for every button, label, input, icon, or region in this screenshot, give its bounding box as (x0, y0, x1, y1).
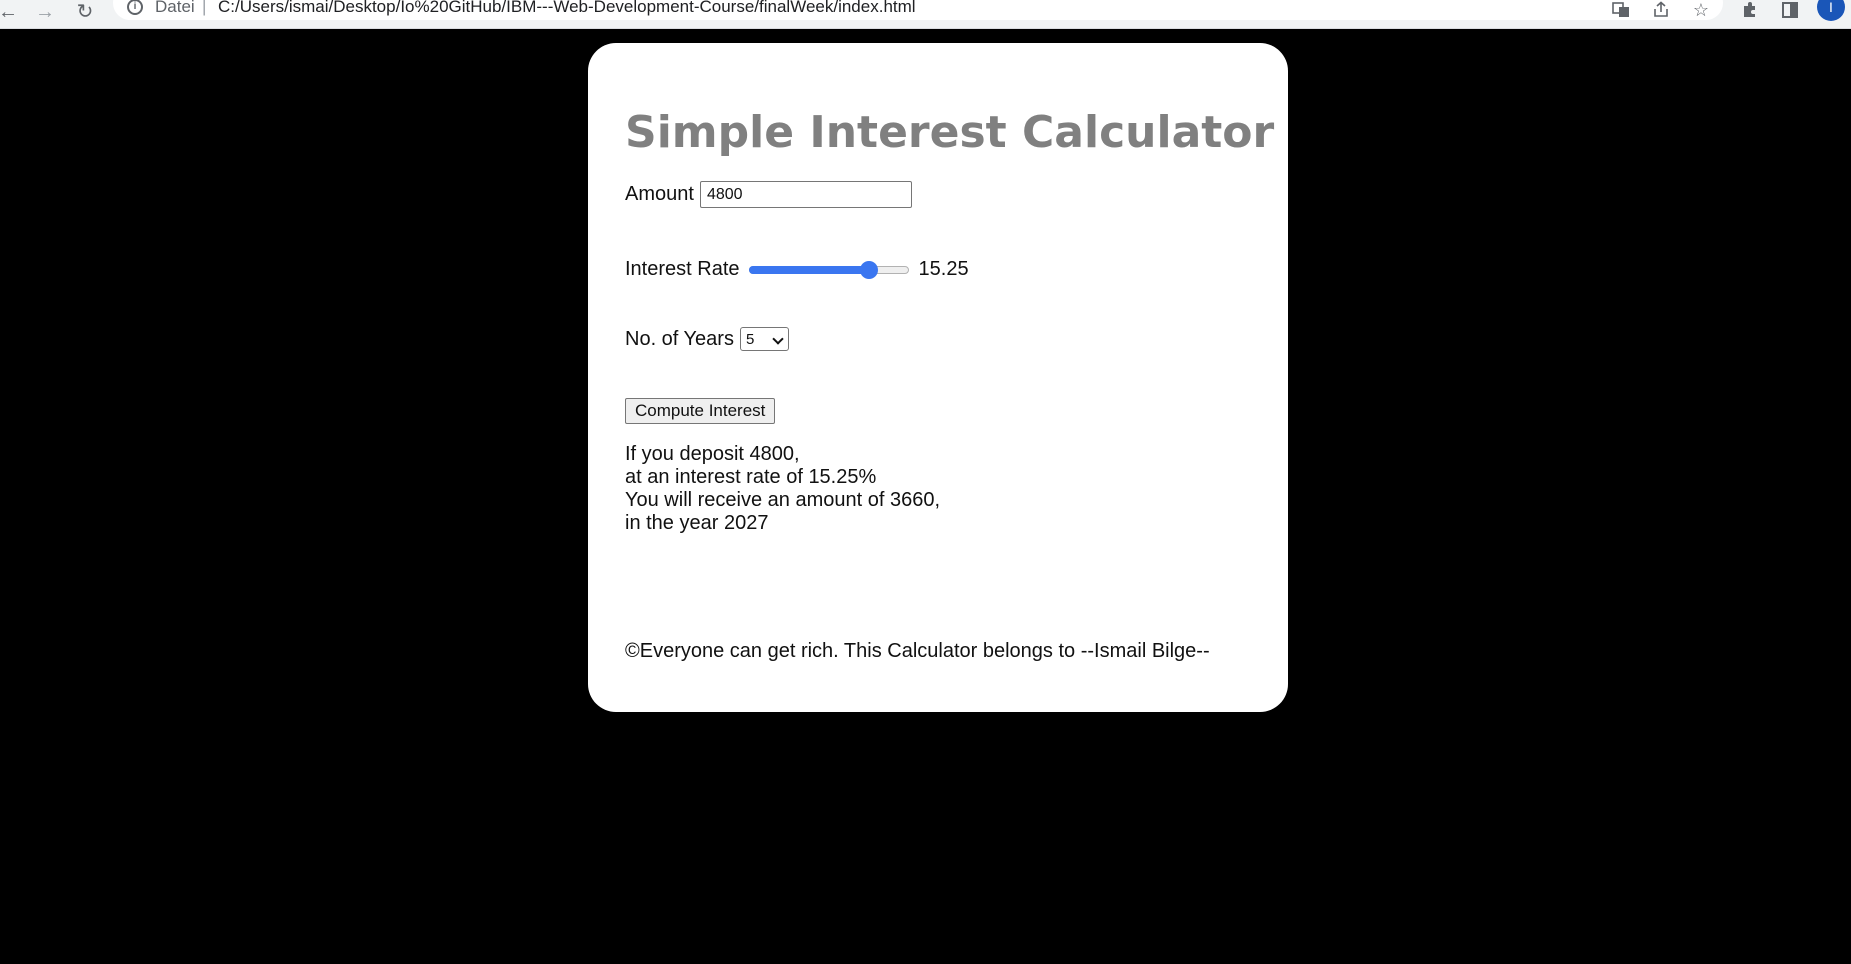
result-line-amount: You will receive an amount of 3660, (625, 489, 941, 511)
calculator-card: Simple Interest Calculator Amount Intere… (588, 43, 1288, 712)
amount-label: Amount (625, 183, 694, 205)
interest-rate-slider[interactable] (748, 260, 909, 280)
result-line-year: in the year 2027 (625, 512, 769, 534)
result-text: If you deposit 4800, at an interest rate… (625, 443, 940, 535)
url-text[interactable]: C:/Users/ismai/Desktop/Io%20GitHub/IBM--… (218, 0, 916, 17)
years-label: No. of Years (625, 327, 734, 350)
url-separator: | (202, 0, 207, 16)
url-scheme-label: Datei (155, 0, 195, 16)
side-panel-icon[interactable] (1777, 0, 1803, 20)
star-icon[interactable]: ☆ (1688, 0, 1714, 20)
years-row: No. of Years 5 (625, 327, 789, 351)
result-line-deposit: If you deposit 4800, (625, 443, 800, 465)
amount-row: Amount (625, 181, 912, 208)
rate-value: 15.25 (918, 258, 969, 280)
compute-interest-button[interactable]: Compute Interest (625, 398, 776, 424)
reload-icon[interactable]: ↻ (71, 0, 99, 24)
share-icon[interactable] (1648, 0, 1674, 20)
page-title: Simple Interest Calculator (625, 107, 1275, 158)
result-line-rate: at an interest rate of 15.25% (625, 466, 877, 488)
slider-fill (748, 265, 869, 274)
profile-avatar[interactable]: I (1817, 0, 1845, 21)
rate-label: Interest Rate (625, 258, 740, 280)
slider-thumb[interactable] (859, 260, 878, 279)
years-selected-value: 5 (745, 330, 755, 348)
years-select[interactable]: 5 (739, 327, 789, 351)
translate-icon[interactable] (1608, 0, 1634, 20)
footer-text: ©Everyone can get rich. This Calculator … (625, 640, 1210, 662)
back-icon[interactable]: ← (0, 0, 22, 24)
rate-row: Interest Rate 15.25 (625, 258, 969, 281)
chevron-down-icon (772, 333, 784, 345)
extensions-icon[interactable] (1737, 0, 1763, 20)
browser-toolbar: ← → ↻ i Datei | C:/Users/ismai/Desktop/I… (0, 0, 1851, 29)
amount-input[interactable] (699, 181, 912, 208)
forward-icon[interactable]: → (31, 0, 59, 24)
